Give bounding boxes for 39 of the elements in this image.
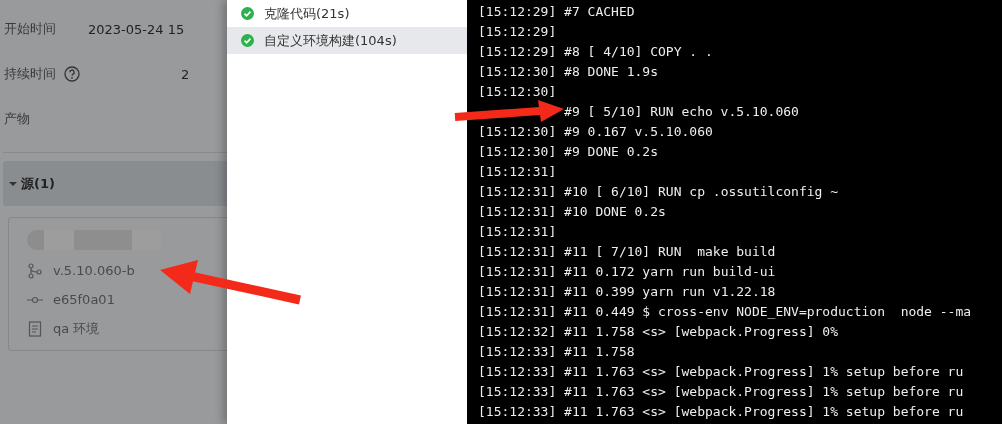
step-item[interactable]: 自定义环境构建(104s) [227,27,467,54]
field-label: 持续时间 [4,65,56,83]
check-icon [241,34,254,47]
source-detail: qa 环境 [53,319,100,338]
branch-icon [27,262,43,279]
log-line: [15:12:30] #9 0.167 v.5.10.060 [478,124,713,139]
log-line: [15:12:31] [478,224,557,239]
section-title: 源(1) [21,174,55,193]
log-line: [15:12:31] #10 [ 6/10] RUN cp .ossutilconfig ~ [478,184,839,199]
field-label: 产物 [4,110,30,128]
source-detail: e65f0a01 [53,292,115,307]
log-line: [15:12:29] #8 [ 4/10] COPY . . [478,44,713,59]
field-value: 2023-05-24 15 [88,21,185,37]
log-line: [15:12:30] #8 DONE 1.9s [478,64,658,79]
log-line: [15:12:33] #11 1.763 <s> [webpack.Progress] 1% setup before ru [478,404,964,419]
section-header[interactable]: 源(1) [3,161,227,206]
commit-icon [27,295,43,304]
log-line: #9 [ 5/10] RUN echo v.5.10.060 [564,104,799,119]
field-value: 2 [181,66,190,82]
log-line: [15:12:30] #9 DONE 0.2s [478,144,658,159]
log-line: [15:12:31] #10 DONE 0.2s [478,204,666,219]
log-line: [15:12:31] #11 0.172 yarn run build-ui [478,264,776,279]
document-icon [27,320,43,337]
help-icon[interactable] [64,66,80,82]
log-line: [15:12:33] #11 1.763 <s> [webpack.Progress] 1% setup before ru [478,384,964,399]
field-label: 开始时间 [4,20,56,38]
log-line: [15:12:31] [478,164,557,179]
log-line: [15:12:31] #11 [ 7/10] RUN make build [478,244,776,259]
step-item[interactable]: 克隆代码(21s) [227,0,467,27]
log-line: [15:12:29] [478,24,557,39]
log-line: [15:12:33] #11 1.763 <s> [webpack.Progress] 1% setup before ru [478,364,964,379]
source-detail: v.5.10.060-b [53,263,135,278]
log-line: [15:12:33] #11 1.758 [478,344,635,359]
log-line: [15:12:32] #11 1.758 <s> [webpack.Progress] 0% [478,324,839,339]
check-icon [241,7,254,20]
log-line: [15:12:30] [478,84,557,99]
log-line: [15:12:31] #11 0.449 $ cross-env NODE_ENV=production node --ma [478,304,972,319]
log-line: [15:12:29] #7 CACHED [478,4,635,19]
log-line: [15:12:31] #11 0.399 yarn run v1.22.18 [478,284,776,299]
